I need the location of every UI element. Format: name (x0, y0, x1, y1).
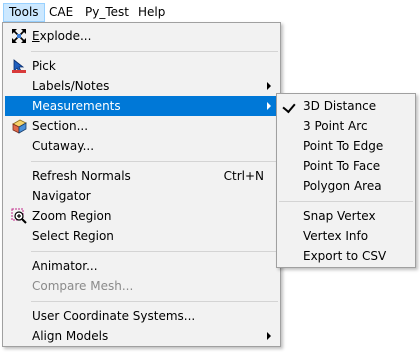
submenu-arrow-icon (267, 82, 271, 90)
submenu-item-label: Export to CSV (303, 249, 387, 263)
menu-item-label: Cutaway... (32, 139, 95, 153)
menu-separator (31, 51, 278, 52)
menu-separator (31, 161, 278, 162)
submenu-item-label: Point To Edge (303, 139, 384, 153)
menu-item-label: Animator... (32, 259, 98, 273)
menu-item-label: Select Region (32, 229, 114, 243)
menu-separator (31, 301, 278, 302)
submenu-item-point-to-face[interactable]: Point To Face (279, 156, 413, 176)
menu-item-label: Labels/Notes (32, 79, 110, 93)
submenu-item-polygon-area[interactable]: Polygon Area (279, 176, 413, 196)
menu-item-navigator[interactable]: Navigator (5, 186, 278, 206)
section-icon (11, 118, 27, 134)
menu-item-select-region[interactable]: Select Region (5, 226, 278, 246)
submenu-item-point-to-edge[interactable]: Point To Edge (279, 136, 413, 156)
menu-item-label: Zoom Region (32, 209, 112, 223)
submenu-item-snap-vertex[interactable]: Snap Vertex (279, 206, 413, 226)
submenu-item-export-to-csv[interactable]: Export to CSV (279, 246, 413, 266)
menu-item-measurements[interactable]: Measurements (5, 96, 278, 116)
shortcut-label: Ctrl+N (223, 169, 264, 183)
menubar-tools[interactable]: Tools (3, 3, 45, 22)
submenu-item-label: Polygon Area (303, 179, 382, 193)
menu-item-refresh-normals[interactable]: Refresh Normals Ctrl+N (5, 166, 278, 186)
checkmark-icon (282, 99, 296, 114)
menu-item-zoom-region[interactable]: Zoom Region (5, 206, 278, 226)
menubar-cae[interactable]: CAE (44, 3, 78, 22)
menu-item-label: Refresh Normals (32, 169, 131, 183)
submenu-item-vertex-info[interactable]: Vertex Info (279, 226, 413, 246)
submenu-item-label: Vertex Info (303, 229, 369, 243)
tools-menu: Explode... Pick Labels/Notes Measurement… (2, 22, 281, 347)
menu-item-user-coordinate-systems[interactable]: User Coordinate Systems... (5, 306, 278, 326)
menu-item-animator[interactable]: Animator... (5, 256, 278, 276)
menu-separator (31, 251, 278, 252)
zoom-region-icon (11, 208, 27, 224)
submenu-item-3-point-arc[interactable]: 3 Point Arc (279, 116, 413, 136)
menubar-help[interactable]: Help (133, 3, 170, 22)
menubar-py-test[interactable]: Py_Test (80, 3, 134, 22)
menu-item-pick[interactable]: Pick (5, 56, 278, 76)
menu-item-label: User Coordinate Systems... (32, 309, 196, 323)
menu-item-compare-mesh: Compare Mesh... (5, 276, 278, 296)
menu-item-explode[interactable]: Explode... (5, 26, 278, 46)
submenu-item-3d-distance[interactable]: 3D Distance (279, 96, 413, 116)
submenu-item-label: Point To Face (303, 159, 381, 173)
submenu-item-label: 3 Point Arc (303, 119, 368, 133)
submenu-arrow-icon (267, 102, 271, 110)
submenu-arrow-icon (267, 332, 271, 340)
measurements-submenu: 3D Distance 3 Point Arc Point To Edge Po… (276, 93, 416, 268)
menu-item-label: Align Models (32, 329, 109, 343)
pick-icon (11, 58, 27, 74)
menu-item-labels-notes[interactable]: Labels/Notes (5, 76, 278, 96)
explode-icon (11, 28, 27, 44)
menu-item-label: Section... (32, 119, 89, 133)
menu-item-label: Pick (32, 59, 56, 73)
submenu-item-label: Snap Vertex (303, 209, 376, 223)
menu-item-cutaway[interactable]: Cutaway... (5, 136, 278, 156)
menu-item-label: Compare Mesh... (32, 279, 134, 293)
menu-item-label: Measurements (32, 99, 121, 113)
menu-item-align-models[interactable]: Align Models (5, 326, 278, 346)
menu-item-label: Navigator (32, 189, 91, 203)
menu-item-section[interactable]: Section... (5, 116, 278, 136)
explode-mnemonic: E (32, 29, 40, 43)
submenu-separator (279, 201, 413, 202)
menu-bar: Tools CAE Py_Test Help (0, 0, 420, 24)
submenu-item-label: 3D Distance (303, 99, 377, 113)
menu-item-label: xplode... (39, 29, 92, 43)
